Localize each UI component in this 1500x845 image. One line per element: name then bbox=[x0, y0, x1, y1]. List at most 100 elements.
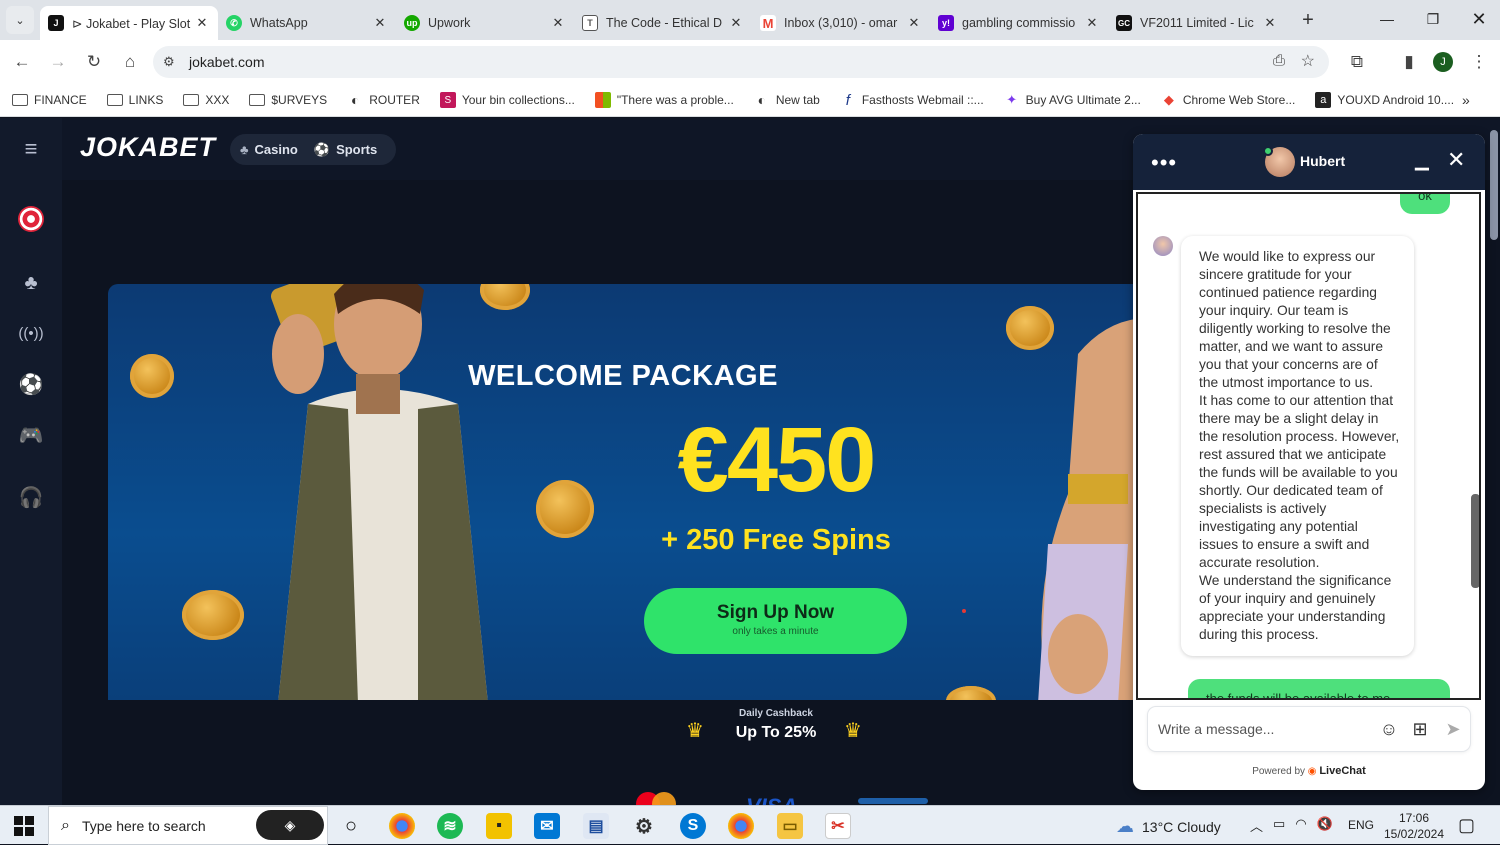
bookmark-folder-links[interactable]: LINKS bbox=[106, 92, 163, 108]
sticky-notes-icon[interactable]: ▪ bbox=[486, 813, 512, 839]
profile-avatar[interactable]: J bbox=[1433, 52, 1453, 72]
bookmark-router[interactable]: ◐ ROUTER bbox=[347, 92, 420, 108]
nav-casino[interactable]: ♣ Casino bbox=[240, 142, 298, 157]
tab-upwork[interactable]: up Upwork ✕ bbox=[396, 6, 574, 40]
gmail-icon: M bbox=[760, 15, 776, 31]
battery-icon[interactable]: ▭ bbox=[1273, 816, 1285, 835]
tab-strip: ⌄ J ⊳ Jokabet - Play Slot ✕ ✆ WhatsApp ✕… bbox=[0, 0, 1500, 40]
tab-close-icon[interactable]: ✕ bbox=[372, 15, 388, 31]
skype-icon[interactable]: S bbox=[680, 813, 706, 839]
tab-close-icon[interactable]: ✕ bbox=[550, 15, 566, 31]
chat-messages[interactable]: ok We would like to express our sincere … bbox=[1136, 192, 1481, 700]
cherry-icon[interactable]: ♣ bbox=[16, 268, 46, 298]
tab-jokabet[interactable]: J ⊳ Jokabet - Play Slot ✕ bbox=[40, 6, 218, 40]
gc-icon: GC bbox=[1116, 15, 1132, 31]
file-explorer-icon[interactable]: ▭ bbox=[777, 813, 803, 839]
new-tab-button[interactable]: + bbox=[1294, 6, 1322, 34]
reload-icon[interactable]: ↻ bbox=[77, 45, 111, 79]
settings-icon[interactable]: ⚙ bbox=[631, 813, 657, 839]
site-info-icon[interactable]: ⚙ bbox=[163, 54, 175, 70]
back-icon[interactable]: ← bbox=[5, 45, 39, 79]
powered-by-livechat[interactable]: Powered by ◉ LiveChat bbox=[1133, 765, 1485, 777]
chevron-up-icon[interactable]: ︿ bbox=[1250, 816, 1263, 835]
gamepad-icon[interactable]: 🎮 bbox=[16, 420, 46, 450]
tab-title: gambling commissio bbox=[962, 16, 1076, 30]
bookmark-fasthosts[interactable]: f Fasthosts Webmail ::... bbox=[840, 92, 984, 109]
jokabet-logo[interactable]: JOKABET bbox=[80, 132, 216, 163]
bookmark-folder-xxx[interactable]: XXX bbox=[183, 92, 229, 108]
headset-support-icon[interactable]: 🎧 bbox=[16, 482, 46, 512]
mail-icon[interactable]: ✉ bbox=[534, 813, 560, 839]
copilot-icon[interactable]: ◈ bbox=[256, 810, 324, 840]
send-icon[interactable]: ➤ bbox=[1442, 718, 1464, 740]
spotify-icon[interactable]: ≋ bbox=[437, 813, 463, 839]
tab-title: WhatsApp bbox=[250, 16, 308, 30]
tab-search-button[interactable]: ⌄ bbox=[6, 6, 34, 34]
cloud-icon: ☁ bbox=[1116, 816, 1134, 836]
weather-widget[interactable]: ☁ 13°C Cloudy bbox=[1116, 816, 1221, 837]
tab-title: Upwork bbox=[428, 16, 471, 30]
chat-more-options-icon[interactable]: ••• bbox=[1151, 150, 1177, 176]
chat-scrollbar-thumb[interactable] bbox=[1471, 494, 1479, 588]
wifi-icon[interactable]: ◠ bbox=[1295, 816, 1306, 835]
side-panel-icon[interactable]: ▮ bbox=[1392, 45, 1426, 79]
hamburger-menu-icon[interactable]: ≡ bbox=[16, 134, 46, 164]
nav-sports[interactable]: ⚽ Sports bbox=[314, 142, 377, 158]
tab-gmail[interactable]: M Inbox (3,010) - omar ✕ bbox=[752, 6, 930, 40]
tab-yahoo[interactable]: y! gambling commissio ✕ bbox=[930, 6, 1108, 40]
more-bookmarks-icon[interactable]: » bbox=[1462, 92, 1470, 108]
minimize-chat-icon[interactable]: ▁ bbox=[1415, 150, 1429, 171]
language-indicator[interactable]: ENG bbox=[1348, 818, 1374, 832]
bookmark-bin-collections[interactable]: S Your bin collections... bbox=[439, 92, 575, 108]
bookmark-chrome-web-store[interactable]: ◆ Chrome Web Store... bbox=[1161, 92, 1296, 108]
jokabet-icon: J bbox=[48, 15, 64, 31]
chrome-menu-icon[interactable]: ⋮ bbox=[1462, 45, 1496, 79]
bookmark-new-tab[interactable]: ◐ New tab bbox=[754, 92, 820, 108]
page-scrollbar[interactable] bbox=[1490, 130, 1498, 240]
chrome-icon[interactable] bbox=[389, 813, 415, 839]
emoji-icon[interactable]: ☺ bbox=[1378, 718, 1400, 740]
bookmark-folder-surveys[interactable]: $URVEYS bbox=[249, 92, 327, 108]
tab-the-code[interactable]: T The Code - Ethical D ✕ bbox=[574, 6, 752, 40]
close-chat-icon[interactable]: ✕ bbox=[1447, 147, 1465, 173]
install-app-icon[interactable]: ⎙ bbox=[1273, 52, 1285, 69]
crown-icon: ♛ bbox=[844, 720, 862, 742]
sign-up-button[interactable]: Sign Up Now only takes a minute bbox=[644, 588, 907, 654]
yahoo-icon: y! bbox=[938, 15, 954, 31]
chrome-profile-icon[interactable] bbox=[728, 813, 754, 839]
tab-close-icon[interactable]: ✕ bbox=[728, 15, 744, 31]
snipping-tool-icon[interactable]: ✂ bbox=[825, 813, 851, 839]
notifications-icon[interactable]: ▢ bbox=[1458, 815, 1475, 836]
tab-close-icon[interactable]: ✕ bbox=[1262, 15, 1278, 31]
bookmark-folder-finance[interactable]: FINANCE bbox=[12, 92, 87, 108]
volume-muted-icon[interactable]: 🔇 bbox=[1317, 816, 1333, 835]
restore-window-button[interactable]: ❐ bbox=[1410, 0, 1456, 38]
live-broadcast-icon[interactable]: ((•)) bbox=[16, 318, 46, 348]
windows-start-icon[interactable] bbox=[14, 816, 34, 836]
tab-close-icon[interactable]: ✕ bbox=[906, 15, 922, 31]
soccer-ball-icon[interactable]: ⚽ bbox=[16, 369, 46, 399]
close-window-button[interactable]: ✕ bbox=[1456, 0, 1500, 38]
search-icon: ⌕ bbox=[61, 816, 70, 834]
clock[interactable]: 17:06 15/02/2024 bbox=[1380, 810, 1448, 842]
forward-icon[interactable]: → bbox=[41, 45, 75, 79]
tab-whatsapp[interactable]: ✆ WhatsApp ✕ bbox=[218, 6, 396, 40]
dartboard-icon[interactable] bbox=[16, 204, 46, 234]
extensions-icon[interactable]: ⧉ bbox=[1340, 45, 1374, 79]
address-bar[interactable]: ⚙ jokabet.com ⎙ ☆ bbox=[153, 46, 1329, 78]
welcome-banner[interactable]: WELCOME PACKAGE €450 + 250 Free Spins Si… bbox=[108, 284, 1138, 700]
bookmark-youxd[interactable]: a YOUXD Android 10.... bbox=[1315, 92, 1454, 108]
attach-icon[interactable]: ⊞ bbox=[1409, 718, 1431, 740]
task-view-icon[interactable]: ○ bbox=[338, 813, 364, 839]
council-s-icon: S bbox=[439, 92, 456, 108]
bookmark-microsoft-problem[interactable]: "There was a proble... bbox=[594, 92, 734, 108]
chat-message-input[interactable]: Write a message... ☺ ⊞ ➤ bbox=[1148, 707, 1470, 751]
home-icon[interactable]: ⌂ bbox=[113, 45, 147, 79]
tab-close-icon[interactable]: ✕ bbox=[194, 15, 210, 31]
tab-vf2011[interactable]: GC VF2011 Limited - Lic ✕ bbox=[1108, 6, 1286, 40]
tab-close-icon[interactable]: ✕ bbox=[1084, 15, 1100, 31]
bookmark-star-icon[interactable]: ☆ bbox=[1301, 51, 1315, 71]
bookmark-avg[interactable]: ✦ Buy AVG Ultimate 2... bbox=[1004, 92, 1141, 108]
minimize-window-button[interactable]: — bbox=[1364, 0, 1410, 38]
calendar-app-icon[interactable]: ▤ bbox=[583, 813, 609, 839]
